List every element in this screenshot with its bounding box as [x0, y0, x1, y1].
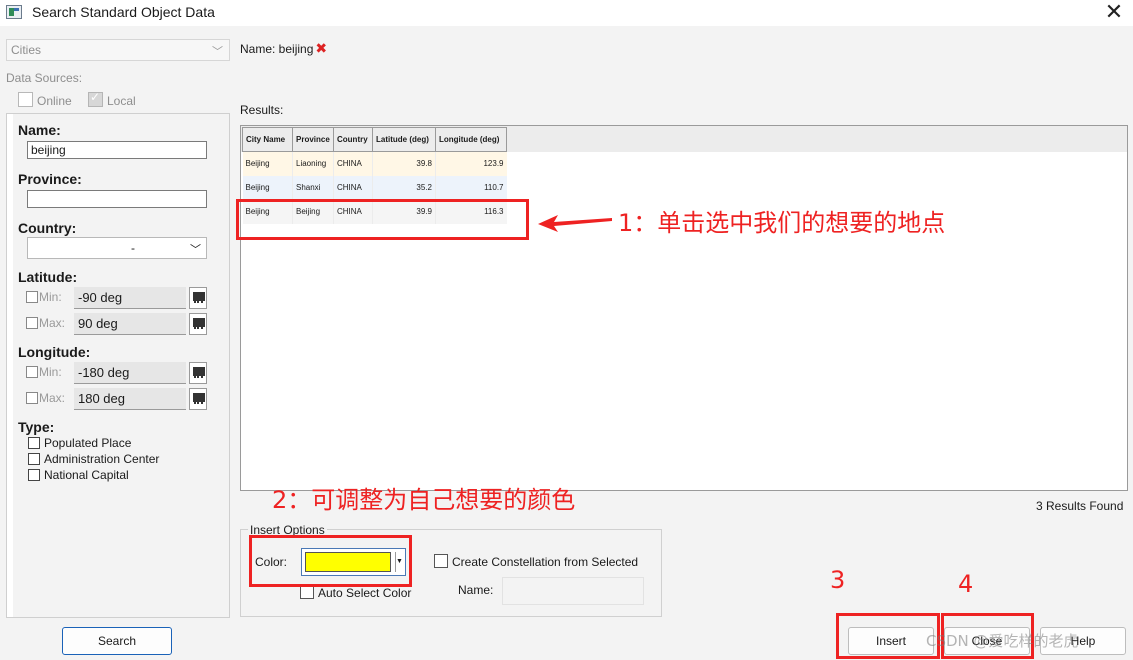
local-checkbox[interactable]: Local [88, 90, 136, 108]
online-label: Online [37, 94, 72, 108]
type-national-capital[interactable]: National Capital [28, 468, 129, 482]
lon-max-field[interactable]: 180 deg [74, 388, 186, 410]
results-label: Results: [240, 103, 284, 117]
type-item-label: Populated Place [44, 436, 132, 450]
table-cell: CHINA [333, 151, 373, 176]
column-header[interactable]: City Name [242, 127, 293, 152]
type-administration-center[interactable]: Administration Center [28, 452, 159, 466]
table-cell: CHINA [333, 175, 373, 200]
province-label: Province: [18, 171, 82, 187]
checkbox-box[interactable] [28, 469, 40, 481]
min-label: Min: [39, 365, 62, 379]
table-header-row: City Name Province Country Latitude (deg… [242, 127, 507, 152]
lat-min-toggle[interactable]: Min: [26, 290, 62, 304]
lon-max-toggle[interactable]: Max: [26, 391, 65, 405]
annotation-step2: 2：可调整为自己想要的颜色 [272, 486, 576, 514]
table-cell: Beijing [242, 151, 293, 176]
calculator-icon[interactable] [189, 362, 207, 384]
lat-max-field[interactable]: 90 deg [74, 313, 186, 335]
country-label: Country: [18, 220, 77, 236]
name-input[interactable]: beijing [27, 141, 207, 159]
lat-max-toggle[interactable]: Max: [26, 316, 65, 330]
table-cell: 123.9 [435, 151, 507, 176]
checkbox-box-checked[interactable] [88, 90, 103, 107]
annotation-step4: 4 [958, 570, 974, 598]
type-label: Type: [18, 419, 55, 435]
annotation-highlight-insert [836, 613, 940, 659]
checkbox-box[interactable] [26, 392, 38, 404]
online-checkbox[interactable]: Online [18, 92, 72, 108]
calculator-icon[interactable] [189, 287, 207, 309]
checkbox-box[interactable] [18, 92, 33, 107]
table-cell: 110.7 [435, 175, 507, 200]
name-criterion-text: Name: beijing [240, 42, 314, 56]
column-header[interactable]: Latitude (deg) [372, 127, 436, 152]
watermark: CSDN @爱吃样的老虎 [926, 632, 1079, 650]
latitude-label: Latitude: [18, 269, 78, 285]
lon-min-toggle[interactable]: Min: [26, 365, 62, 379]
country-value: - [131, 241, 135, 255]
lon-min-field[interactable]: -180 deg [74, 362, 186, 384]
name-label: Name: [18, 122, 61, 138]
table-cell: Shanxi [292, 175, 334, 200]
constellation-name-input[interactable] [502, 577, 644, 605]
annotation-step3: 3 [830, 566, 846, 594]
calculator-icon[interactable] [189, 388, 207, 410]
table-cell: 39.8 [372, 151, 436, 176]
results-table-container: City Name Province Country Latitude (deg… [240, 125, 1128, 491]
type-populated-place[interactable]: Populated Place [28, 436, 131, 450]
type-item-label: National Capital [44, 468, 129, 482]
category-value: Cities [11, 43, 42, 57]
chevron-down-icon: ﹀ [190, 244, 201, 256]
results-count: 3 Results Found [1036, 499, 1124, 513]
window-title: Search Standard Object Data [32, 4, 215, 20]
app-icon [6, 5, 22, 19]
create-constellation-label: Create Constellation from Selected [452, 555, 639, 569]
table-row[interactable]: Beijing Liaoning CHINA 39.8 123.9 [242, 151, 507, 176]
constellation-name-label: Name: [458, 583, 494, 597]
annotation-highlight-row [236, 199, 529, 240]
annotation-highlight-color [249, 535, 412, 587]
type-item-label: Administration Center [44, 452, 160, 466]
table-cell: Beijing [242, 175, 293, 200]
annotation-step1: 1：单击选中我们的想要的地点 [618, 209, 946, 237]
checkbox-box[interactable] [434, 554, 448, 568]
table-row[interactable]: Beijing Shanxi CHINA 35.2 110.7 [242, 175, 507, 200]
name-criterion: Name: beijing ✖ [240, 40, 327, 57]
local-label: Local [107, 94, 136, 108]
province-input[interactable] [27, 190, 207, 208]
table-cell: Liaoning [292, 151, 334, 176]
auto-select-color-label: Auto Select Color [318, 586, 412, 600]
column-header[interactable]: Country [333, 127, 373, 152]
country-dropdown[interactable]: - ﹀ [27, 237, 207, 259]
checkbox-box[interactable] [26, 366, 38, 378]
search-button[interactable]: Search [62, 627, 172, 655]
table-cell: 35.2 [372, 175, 436, 200]
max-label: Max: [39, 391, 66, 405]
column-header[interactable]: Province [292, 127, 334, 152]
annotation-arrow [538, 215, 612, 232]
longitude-label: Longitude: [18, 344, 91, 360]
remove-icon[interactable]: ✖ [315, 40, 327, 56]
checkbox-box[interactable] [28, 453, 40, 465]
auto-select-color-checkbox[interactable]: Auto Select Color [300, 585, 411, 600]
max-label: Max: [39, 316, 66, 330]
close-icon[interactable]: ✕ [1102, 0, 1126, 25]
checkbox-box[interactable] [26, 291, 38, 303]
chevron-down-icon: ﹀ [212, 46, 223, 58]
create-constellation-checkbox[interactable]: Create Constellation from Selected [434, 554, 638, 569]
column-header[interactable]: Longitude (deg) [435, 127, 507, 152]
category-select[interactable]: Cities ﹀ [6, 39, 230, 61]
lat-min-field[interactable]: -90 deg [74, 287, 186, 309]
data-sources-label: Data Sources: [6, 71, 83, 85]
calculator-icon[interactable] [189, 313, 207, 335]
checkbox-box[interactable] [28, 437, 40, 449]
checkbox-box[interactable] [300, 585, 314, 599]
checkbox-box[interactable] [26, 317, 38, 329]
min-label: Min: [39, 290, 62, 304]
